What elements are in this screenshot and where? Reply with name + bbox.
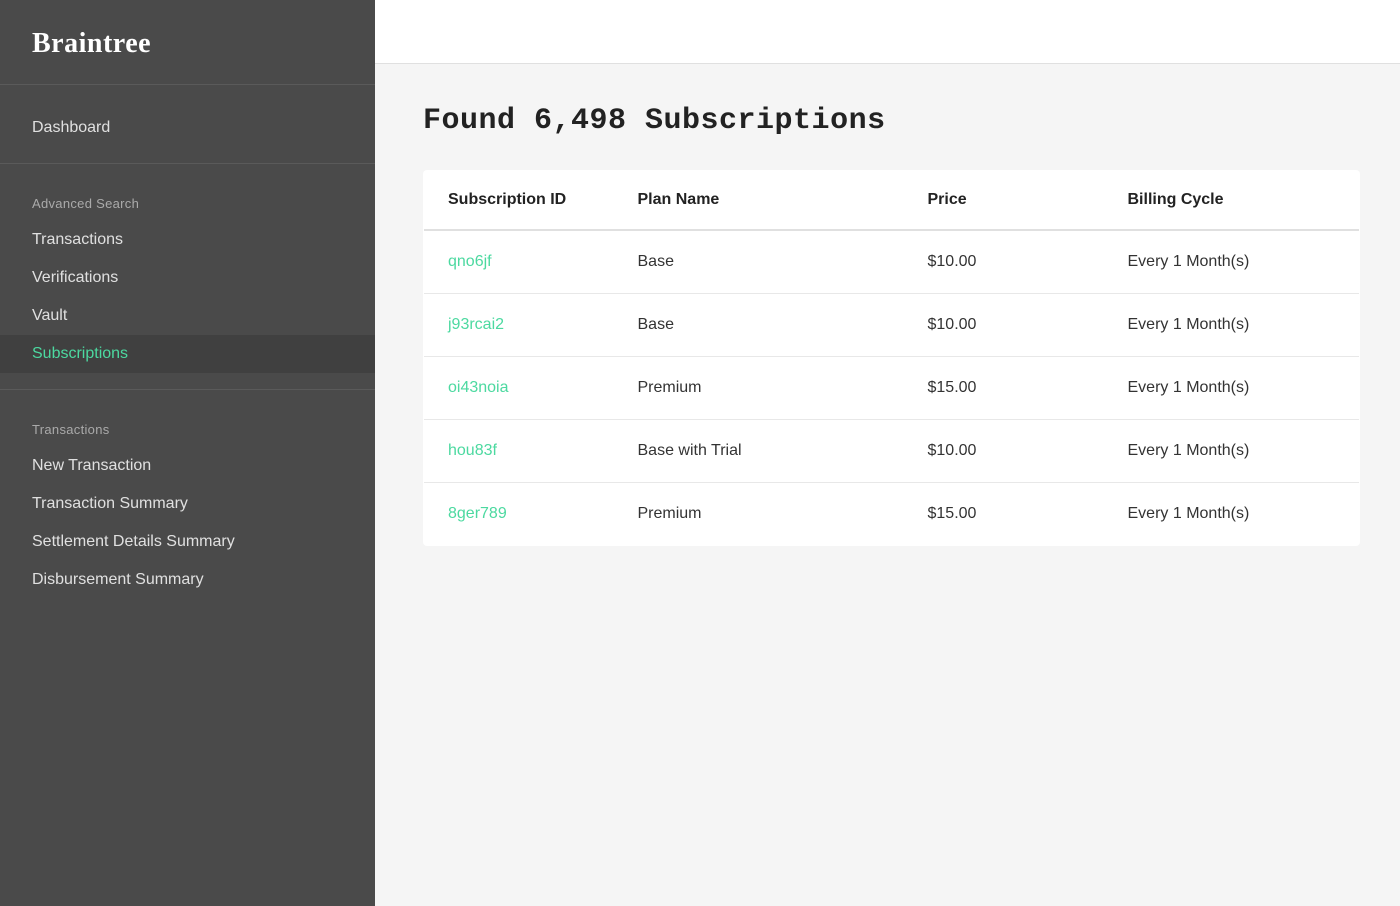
cell-subscription-id: qno6jf <box>424 230 614 294</box>
sidebar-logo: Braintree <box>32 28 151 59</box>
subscription-id-link[interactable]: qno6jf <box>448 253 492 270</box>
table-row: oi43noia Premium$15.00Every 1 Month(s) <box>424 357 1360 420</box>
cell-subscription-id: 8ger789 <box>424 483 614 546</box>
subscription-id-link[interactable]: oi43noia <box>448 379 509 396</box>
cell-subscription-id: j93rcai2 <box>424 294 614 357</box>
sidebar-advanced-search-label: Advanced Search <box>0 196 375 221</box>
sidebar-item-verifications[interactable]: Verifications <box>0 259 375 297</box>
subscription-id-link[interactable]: 8ger789 <box>448 505 507 522</box>
cell-billing-cycle: Every 1 Month(s) <box>1104 420 1360 483</box>
sidebar-item-subscriptions[interactable]: Subscriptions <box>0 335 375 373</box>
subscription-id-link[interactable]: hou83f <box>448 442 497 459</box>
cell-price: $10.00 <box>904 230 1104 294</box>
sidebar-item-transactions[interactable]: Transactions <box>0 221 375 259</box>
cell-plan-name: Premium <box>614 357 904 420</box>
cell-price: $10.00 <box>904 420 1104 483</box>
cell-price: $10.00 <box>904 294 1104 357</box>
sidebar-header: Braintree <box>0 0 375 85</box>
sidebar-standalone-section: Dashboard <box>0 85 375 155</box>
table-row: 8ger789 Premium$15.00Every 1 Month(s) <box>424 483 1360 546</box>
cell-plan-name: Base with Trial <box>614 420 904 483</box>
sidebar-advanced-search-section: Advanced Search Transactions Verificatio… <box>0 172 375 381</box>
sidebar-item-settlement-details[interactable]: Settlement Details Summary <box>0 523 375 561</box>
sidebar-transactions-section: Transactions New Transaction Transaction… <box>0 398 375 607</box>
sidebar-item-new-transaction[interactable]: New Transaction <box>0 447 375 485</box>
subscription-id-link[interactable]: j93rcai2 <box>448 316 504 333</box>
cell-billing-cycle: Every 1 Month(s) <box>1104 357 1360 420</box>
cell-plan-name: Base <box>614 294 904 357</box>
table-row: hou83f Base with Trial$10.00Every 1 Month… <box>424 420 1360 483</box>
main-header <box>375 0 1400 64</box>
cell-billing-cycle: Every 1 Month(s) <box>1104 230 1360 294</box>
sidebar-item-disbursement-summary[interactable]: Disbursement Summary <box>0 561 375 599</box>
sidebar: Braintree Dashboard Advanced Search Tran… <box>0 0 375 906</box>
main-content-area: Found 6,498 Subscriptions Subscription I… <box>375 0 1400 906</box>
cell-subscription-id: oi43noia <box>424 357 614 420</box>
sidebar-item-dashboard[interactable]: Dashboard <box>0 109 375 147</box>
table-body: qno6jfBase$10.00Every 1 Month(s)j93rcai2… <box>424 230 1360 546</box>
cell-billing-cycle: Every 1 Month(s) <box>1104 294 1360 357</box>
table-row: qno6jf Base$10.00Every 1 Month(s) <box>424 230 1360 294</box>
results-title: Found 6,498 Subscriptions <box>423 104 1360 138</box>
sidebar-transactions-label: Transactions <box>0 422 375 447</box>
cell-price: $15.00 <box>904 483 1104 546</box>
table-row: j93rcai2 Base$10.00Every 1 Month(s) <box>424 294 1360 357</box>
cell-price: $15.00 <box>904 357 1104 420</box>
sidebar-divider-1 <box>0 163 375 164</box>
cell-subscription-id: hou83f <box>424 420 614 483</box>
subscriptions-table: Subscription ID Plan Name Price Billing … <box>423 170 1360 546</box>
sidebar-divider-2 <box>0 389 375 390</box>
sidebar-item-transaction-summary[interactable]: Transaction Summary <box>0 485 375 523</box>
col-header-billing-cycle: Billing Cycle <box>1104 171 1360 231</box>
table-header-row: Subscription ID Plan Name Price Billing … <box>424 171 1360 231</box>
col-header-plan-name: Plan Name <box>614 171 904 231</box>
cell-plan-name: Premium <box>614 483 904 546</box>
main-content: Found 6,498 Subscriptions Subscription I… <box>375 64 1400 586</box>
cell-plan-name: Base <box>614 230 904 294</box>
sidebar-item-vault[interactable]: Vault <box>0 297 375 335</box>
col-header-price: Price <box>904 171 1104 231</box>
col-header-subscription-id: Subscription ID <box>424 171 614 231</box>
cell-billing-cycle: Every 1 Month(s) <box>1104 483 1360 546</box>
